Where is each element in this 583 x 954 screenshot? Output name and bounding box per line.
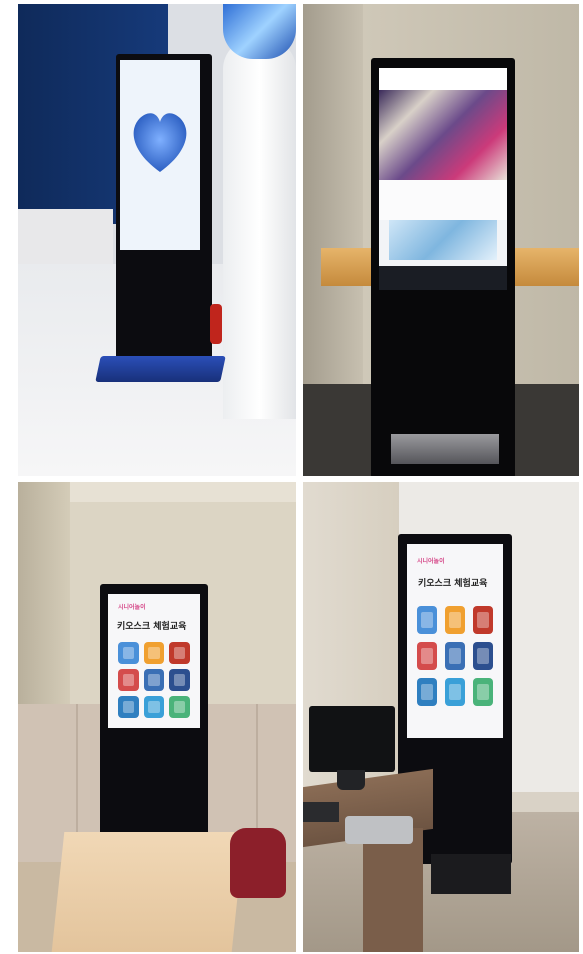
- heart-icon: [133, 113, 187, 172]
- kiosk-base: [431, 854, 511, 894]
- app-tile-icon: [417, 642, 437, 670]
- app-tile-icon: [473, 678, 493, 706]
- kiosk-title: 키오스크 체험교육: [418, 579, 488, 589]
- photo-kiosk-website: [303, 4, 579, 476]
- kiosk-screen: 시니어놀이 키오스크 체험교육: [407, 544, 503, 738]
- app-tile-icon: [118, 696, 139, 718]
- website-header: [379, 68, 507, 90]
- kiosk-logo: 시니어놀이: [417, 558, 445, 565]
- website-text-band: [379, 180, 507, 220]
- desk: [51, 832, 245, 952]
- kiosk-base: [391, 434, 499, 464]
- app-tile-icon: [445, 606, 465, 634]
- kiosk-logo: 시니어놀이: [118, 604, 146, 611]
- app-tile-icon: [417, 606, 437, 634]
- kiosk-screen: [379, 68, 507, 290]
- photo-kiosk-heart: [18, 4, 296, 476]
- keyboard: [303, 802, 339, 822]
- white-pillar: [223, 39, 296, 419]
- kiosk-screen: 시니어놀이 키오스크 체험교육: [108, 594, 200, 728]
- photo-kiosk-classroom: 시니어놀이 키오스크 체험교육: [18, 482, 296, 952]
- app-tile-icon: [473, 642, 493, 670]
- website-banner: [379, 90, 507, 180]
- kiosk-app-grid: [417, 606, 493, 706]
- desk-side: [363, 828, 423, 952]
- fire-extinguisher: [210, 304, 222, 344]
- app-tile-icon: [169, 696, 190, 718]
- app-tile-icon: [169, 642, 190, 664]
- kiosk-base: [95, 356, 226, 382]
- app-tile-icon: [445, 678, 465, 706]
- app-tile-icon: [417, 678, 437, 706]
- kiosk-screen: [120, 60, 200, 250]
- pillar-top-graphic: [223, 4, 296, 59]
- website-image-block: [389, 220, 497, 260]
- monitor: [309, 706, 395, 772]
- app-tile-icon: [445, 642, 465, 670]
- kiosk-app-grid: [118, 642, 190, 718]
- website-footer: [379, 266, 507, 290]
- photo-kiosk-computer-lab: 시니어놀이 키오스크 체험교육: [303, 482, 579, 952]
- kiosk-title: 키오스크 체험교육: [117, 622, 187, 632]
- app-tile-icon: [143, 669, 165, 691]
- app-tile-icon: [143, 696, 165, 718]
- monitor-stand: [337, 770, 365, 790]
- mouse-pad: [345, 816, 413, 844]
- app-tile-icon: [143, 642, 165, 664]
- app-tile-icon: [169, 669, 190, 691]
- app-tile-icon: [118, 669, 139, 691]
- app-tile-icon: [473, 606, 493, 634]
- red-chair: [230, 828, 286, 898]
- app-tile-icon: [118, 642, 139, 664]
